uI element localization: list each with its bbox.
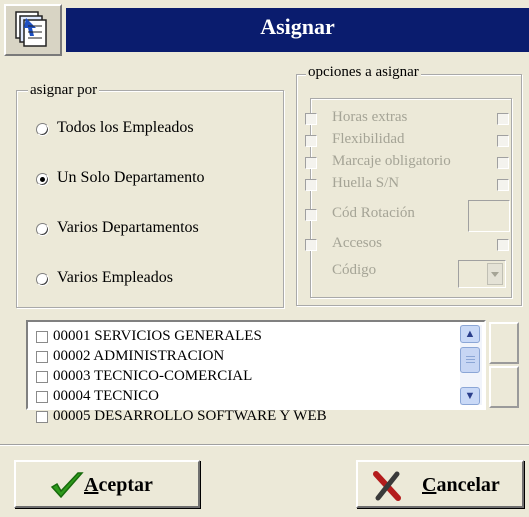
- chevron-down-icon: ▼: [464, 390, 476, 402]
- chevron-down-icon: [491, 272, 499, 277]
- checkbox-accesos: [497, 239, 509, 251]
- list-item-checkbox[interactable]: [36, 410, 48, 423]
- opciones-legend: opciones a asignar: [306, 64, 421, 81]
- cod-rotacion-field: [468, 200, 510, 232]
- list-item-checkbox[interactable]: [36, 370, 48, 383]
- asignar-por-legend: asignar por: [28, 82, 100, 99]
- list-scrollbar[interactable]: ▲ ▼: [460, 325, 482, 405]
- list-item-label: 00002 ADMINISTRACION: [53, 348, 225, 364]
- radio-label-varios-departamentos[interactable]: Varios Departamentos: [57, 219, 199, 237]
- checkbox-accesos-left: [305, 239, 317, 251]
- footer-separator: [0, 444, 529, 446]
- list-item[interactable]: 00005 DESARROLLO SOFTWARE Y WEB: [36, 406, 327, 426]
- checkbox-horas-extras-left: [305, 113, 317, 125]
- list-item-checkbox[interactable]: [36, 390, 48, 403]
- label-flexibilidad: Flexibilidad: [332, 131, 405, 147]
- radio-un-solo-departamento[interactable]: [36, 173, 49, 186]
- title-bar: Asignar: [0, 0, 529, 60]
- checkbox-huella: [497, 179, 509, 191]
- label-accesos: Accesos: [332, 235, 382, 251]
- list-item-label: 00005 DESARROLLO SOFTWARE Y WEB: [53, 408, 327, 424]
- cancel-button-label: Cancelar: [422, 474, 500, 496]
- checkbox-marcaje-obligatorio: [497, 157, 509, 169]
- scroll-up-button[interactable]: ▲: [460, 325, 480, 343]
- list-item-label: 00001 SERVICIOS GENERALES: [53, 328, 262, 344]
- radio-todos-empleados[interactable]: [36, 123, 49, 136]
- departments-list[interactable]: 00001 SERVICIOS GENERALES 00002 ADMINIST…: [26, 320, 486, 424]
- list-item[interactable]: 00003 TECNICO-COMERCIAL: [36, 366, 252, 386]
- checkbox-flexibilidad: [497, 135, 509, 147]
- list-item[interactable]: 00004 TECNICO: [36, 386, 159, 406]
- grip-icon: [466, 356, 475, 357]
- checkbox-huella-left: [305, 179, 317, 191]
- label-cod-rotacion: Cód Rotación: [332, 205, 415, 221]
- codigo-select-button: [487, 263, 503, 285]
- window-title: Asignar: [260, 14, 335, 39]
- list-item-checkbox[interactable]: [36, 330, 48, 343]
- deselect-all-button[interactable]: [489, 366, 519, 408]
- x-icon: [373, 471, 401, 501]
- list-item-label: 00004 TECNICO: [53, 388, 159, 404]
- radio-label-todos-empleados[interactable]: Todos los Empleados: [57, 119, 194, 137]
- list-item[interactable]: 00002 ADMINISTRACION: [36, 346, 224, 366]
- accept-button-label: Aceptar: [84, 474, 153, 496]
- radio-varios-departamentos[interactable]: [36, 223, 49, 236]
- label-huella: Huella S/N: [332, 175, 400, 191]
- list-item[interactable]: 00001 SERVICIOS GENERALES: [36, 326, 262, 346]
- checkbox-cod-rotacion-left: [305, 209, 317, 221]
- label-marcaje-obligatorio: Marcaje obligatorio: [332, 153, 451, 169]
- label-codigo: Código: [332, 262, 377, 278]
- scroll-down-button[interactable]: ▼: [460, 387, 480, 405]
- checkmark-icon: [50, 472, 84, 499]
- select-all-button[interactable]: [489, 322, 519, 364]
- radio-label-varios-empleados[interactable]: Varios Empleados: [57, 269, 173, 287]
- chevron-up-icon: ▲: [464, 328, 476, 340]
- checkbox-flexibilidad-left: [305, 135, 317, 147]
- codigo-select: [458, 260, 506, 288]
- checkbox-marcaje-left: [305, 157, 317, 169]
- checkbox-horas-extras: [497, 113, 509, 125]
- scroll-thumb[interactable]: [460, 347, 480, 373]
- cancel-button[interactable]: Cancelar: [356, 460, 524, 508]
- radio-label-un-solo-departamento[interactable]: Un Solo Departamento: [57, 169, 205, 187]
- list-item-label: 00003 TECNICO-COMERCIAL: [53, 368, 253, 384]
- radio-varios-empleados[interactable]: [36, 273, 49, 286]
- list-item-checkbox[interactable]: [36, 350, 48, 363]
- accept-button[interactable]: Aceptar: [14, 460, 200, 508]
- label-horas-extras: Horas extras: [332, 109, 408, 125]
- app-icon: [4, 4, 62, 56]
